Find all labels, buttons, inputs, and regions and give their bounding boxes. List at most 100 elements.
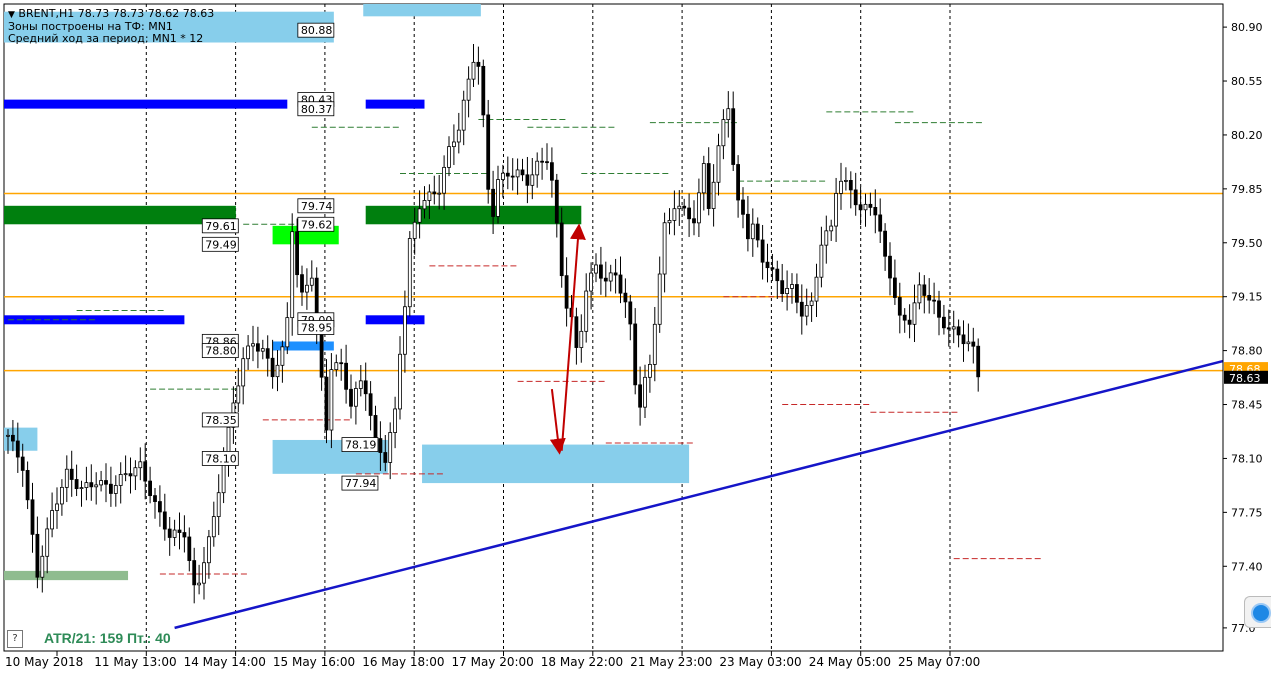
candle-body <box>893 277 897 298</box>
side-panel-button[interactable] <box>1244 596 1271 628</box>
candle-body <box>270 357 275 378</box>
chat-icon <box>1251 603 1271 623</box>
x-tick-label: 10 May 2018 <box>5 655 83 669</box>
candle-body <box>236 385 241 404</box>
candle-body <box>99 480 103 486</box>
candle-body <box>888 255 892 279</box>
candle-body <box>633 323 638 386</box>
candle-body <box>309 277 314 286</box>
candle-body <box>564 275 569 309</box>
level-label-text: 79.61 <box>205 220 237 233</box>
candle-body <box>790 284 794 289</box>
candle-body <box>706 163 711 209</box>
candle-body <box>128 473 133 477</box>
candle-body <box>662 222 667 275</box>
x-tick-label: 25 May 07:00 <box>898 655 980 669</box>
candle-body <box>417 208 422 223</box>
candle-body <box>692 218 696 224</box>
x-tick-label: 15 May 16:00 <box>273 655 355 669</box>
candle-body <box>721 119 726 147</box>
candle-body <box>138 461 143 469</box>
candle-body <box>638 384 642 408</box>
candle-body <box>873 207 878 216</box>
candle-body <box>746 213 750 240</box>
collapse-triangle-icon[interactable]: ▼ <box>8 10 15 20</box>
candle-body <box>525 174 530 186</box>
y-tick-label: 77.40 <box>1231 560 1263 573</box>
zone-strong_support <box>365 205 582 225</box>
candle-body <box>858 204 863 211</box>
candle-body <box>20 456 25 471</box>
candle-body <box>260 348 265 352</box>
y-tick-label: 80.20 <box>1231 129 1263 142</box>
candle-body <box>109 483 113 494</box>
candle-body <box>589 272 593 292</box>
y-tick-label: 79.15 <box>1231 291 1263 304</box>
candle-body <box>40 555 45 578</box>
candle-body <box>677 205 682 210</box>
time-axis: 10 May 2018 11 May 13:00 14 May 14:00 15 Ma… <box>5 651 980 669</box>
candle-body <box>956 326 961 336</box>
help-button[interactable]: ? <box>7 630 23 648</box>
candle-body <box>775 268 780 282</box>
candle-body <box>618 274 623 294</box>
candle-body <box>530 174 535 186</box>
candle-body <box>907 319 912 325</box>
blue_thick-level <box>365 315 425 325</box>
blue_thick-level <box>365 99 425 109</box>
candle-body <box>942 316 946 329</box>
candle-body <box>202 562 206 584</box>
candle-body <box>701 163 706 194</box>
x-tick-label: 23 May 03:00 <box>719 655 801 669</box>
candle-body <box>966 341 971 345</box>
candle-body <box>814 276 819 302</box>
candle-body <box>613 272 618 276</box>
candle-body <box>89 482 94 488</box>
candle-body <box>157 501 162 513</box>
price-chart[interactable]: 80.8880.4380.3779.7479.6279.6179.4979.00… <box>0 0 1271 676</box>
y-tick-label: 79.85 <box>1231 183 1263 196</box>
candle-body <box>398 353 402 410</box>
candle-body <box>432 191 437 195</box>
candle-body <box>50 510 54 530</box>
candle-body <box>731 108 736 165</box>
candle-body <box>285 317 290 348</box>
candle-body <box>594 264 598 274</box>
candle-body <box>427 191 432 201</box>
candle-body <box>206 536 211 564</box>
candle-body <box>515 169 520 178</box>
candle-body <box>187 536 192 561</box>
candle-body <box>353 388 358 407</box>
candle-body <box>510 175 515 178</box>
blue_thick-level <box>4 99 288 109</box>
candle-body <box>652 323 657 365</box>
candle-body <box>339 362 344 365</box>
candle-body <box>393 408 398 433</box>
candle-body <box>603 277 608 282</box>
candle-body <box>535 160 540 176</box>
candle-body <box>255 343 260 352</box>
candle-body <box>133 467 138 477</box>
candle-body <box>574 316 579 348</box>
candle-body <box>118 474 123 486</box>
candle-body <box>584 290 589 332</box>
candle-body <box>290 231 295 319</box>
candle-body <box>300 274 304 293</box>
candle-body <box>143 461 148 482</box>
candle-body <box>45 528 50 557</box>
zone-resistance <box>363 4 481 17</box>
y-tick-label: 77.75 <box>1231 506 1263 519</box>
level-label-text: 80.88 <box>301 24 333 37</box>
x-tick-label: 21 May 23:00 <box>630 655 712 669</box>
candle-body <box>961 334 966 345</box>
candle-body <box>378 438 383 453</box>
level-label-text: 79.62 <box>301 218 333 231</box>
candle-body <box>946 327 951 330</box>
candle-body <box>412 221 417 239</box>
candle-body <box>368 393 373 416</box>
candle-body <box>241 358 246 387</box>
candle-body <box>863 203 868 211</box>
candle-body <box>922 284 927 296</box>
candle-body <box>476 61 481 67</box>
level-label-text: 78.10 <box>205 452 237 465</box>
